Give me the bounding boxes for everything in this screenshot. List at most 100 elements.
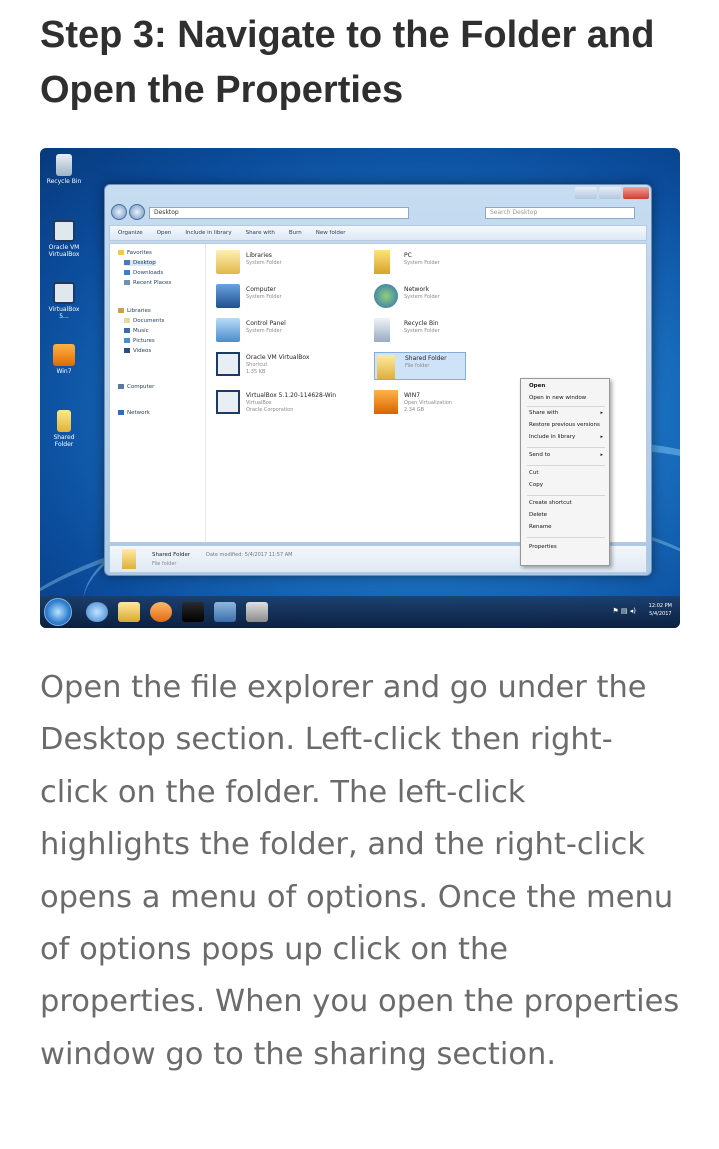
item-name: WIN7 — [404, 392, 421, 399]
share-with-button[interactable]: Share with — [246, 230, 275, 236]
desktop-icon-win7[interactable]: Win7 — [44, 344, 84, 375]
desktop-icon-recycle-bin[interactable]: Recycle Bin — [44, 154, 84, 185]
item-type: System Folder — [246, 294, 282, 300]
menu-item-restore-previous-versions[interactable]: Restore previous versions — [529, 422, 600, 428]
item-virtualbox-installer[interactable]: VirtualBox 5.1.20-114628-Win VirtualBox … — [216, 390, 366, 420]
libraries-icon — [216, 250, 240, 274]
desktop-icon-virtualbox-installer[interactable]: VirtualBox 5... — [44, 282, 84, 320]
organize-button[interactable]: Organize — [118, 230, 143, 236]
nav-label: Downloads — [133, 270, 164, 276]
start-button[interactable] — [44, 598, 72, 626]
clock-date: 5/4/2017 — [649, 611, 672, 617]
item-type: System Folder — [246, 328, 282, 334]
menu-item-delete[interactable]: Delete — [529, 512, 547, 518]
clock[interactable]: 12:02 PM 5/4/2017 — [649, 602, 672, 618]
nav-computer[interactable]: Computer — [118, 384, 154, 390]
menu-item-open[interactable]: Open — [529, 383, 545, 389]
item-type: System Folder — [404, 260, 440, 266]
chevron-right-icon: ▸ — [600, 452, 603, 458]
downloads-icon — [124, 270, 130, 275]
item-type: Shortcut — [246, 362, 268, 368]
details-type: File folder — [152, 561, 177, 567]
item-pc[interactable]: PC System Folder — [374, 250, 524, 276]
internet-explorer-icon[interactable] — [86, 602, 108, 622]
close-button[interactable] — [623, 187, 649, 199]
menu-separator — [527, 537, 605, 538]
menu-item-cut[interactable]: Cut — [529, 470, 538, 476]
documents-icon — [124, 318, 130, 323]
virtualbox-icon — [53, 282, 75, 304]
control-panel-icon — [216, 318, 240, 342]
nav-label: Computer — [127, 384, 155, 390]
desktop-icon-shared-folder[interactable]: Shared Folder — [44, 410, 84, 448]
nav-label: Documents — [133, 318, 165, 324]
menu-item-copy[interactable]: Copy — [529, 482, 543, 488]
desktop-icon-virtualbox[interactable]: Oracle VM VirtualBox — [44, 220, 84, 258]
forward-button[interactable] — [129, 204, 145, 220]
item-recycle-bin[interactable]: Recycle Bin System Folder — [374, 318, 524, 344]
minimize-button[interactable] — [575, 187, 597, 199]
include-in-library-button[interactable]: Include in library — [185, 230, 231, 236]
nav-network[interactable]: Network — [118, 410, 150, 416]
item-computer[interactable]: Computer System Folder — [216, 284, 366, 310]
media-player-icon[interactable] — [150, 602, 172, 622]
item-name: Oracle VM VirtualBox — [246, 354, 310, 361]
virtualbox-taskbar-icon[interactable] — [246, 602, 268, 622]
nav-label: Music — [133, 328, 149, 334]
item-win7[interactable]: WIN7 Open Virtualization 2.34 GB — [374, 390, 474, 420]
menu-item-send-to[interactable]: Send to — [529, 452, 550, 458]
item-name: Libraries — [246, 252, 272, 259]
search-input[interactable]: Search Desktop — [485, 207, 635, 219]
menu-item-properties[interactable]: Properties — [529, 544, 557, 550]
network-icon — [374, 284, 398, 308]
nav-libraries[interactable]: Libraries — [118, 308, 151, 314]
item-name: Recycle Bin — [404, 320, 439, 327]
nav-videos[interactable]: Videos — [124, 348, 151, 354]
explorer-taskbar-icon[interactable] — [118, 602, 140, 622]
navigation-pane: Favorites Desktop Downloads Recent Place… — [110, 244, 206, 542]
details-name: Shared Folder — [152, 552, 191, 558]
nav-downloads[interactable]: Downloads — [124, 270, 163, 276]
item-shared-folder[interactable]: Shared Folder File folder — [374, 352, 466, 380]
menu-item-include-in-library[interactable]: Include in library — [529, 434, 575, 440]
menu-separator — [527, 406, 605, 407]
open-button[interactable]: Open — [157, 230, 172, 236]
recent-places-icon — [124, 280, 130, 285]
nav-pictures[interactable]: Pictures — [124, 338, 155, 344]
star-icon — [118, 250, 124, 255]
chevron-right-icon: ▸ — [600, 434, 603, 440]
item-network[interactable]: Network System Folder — [374, 284, 524, 310]
item-control-panel[interactable]: Control Panel System Folder — [216, 318, 366, 344]
nav-desktop[interactable]: Desktop — [124, 260, 156, 266]
computer-icon — [216, 284, 240, 308]
music-icon — [124, 328, 130, 333]
back-button[interactable] — [111, 204, 127, 220]
nav-favorites[interactable]: Favorites — [118, 250, 152, 256]
menu-item-share-with[interactable]: Share with — [529, 410, 558, 416]
new-folder-button[interactable]: New folder — [316, 230, 346, 236]
user-folder-icon — [374, 250, 390, 274]
address-bar[interactable]: Desktop — [149, 207, 409, 219]
system-tray[interactable]: ⚑ ▤ ◂) — [612, 607, 636, 615]
maximize-button[interactable] — [599, 187, 621, 199]
item-oracle-vm-virtualbox[interactable]: Oracle VM VirtualBox Shortcut 1.35 KB — [216, 352, 366, 382]
nav-documents[interactable]: Documents — [124, 318, 164, 324]
network-taskbar-icon[interactable] — [214, 602, 236, 622]
item-publisher: Oracle Corporation — [246, 407, 294, 413]
item-libraries[interactable]: Libraries System Folder — [216, 250, 366, 276]
menu-separator — [527, 465, 605, 466]
menu-item-open-new-window[interactable]: Open in new window — [529, 395, 586, 401]
item-name: Computer — [246, 286, 276, 293]
computer-icon — [118, 384, 124, 389]
recycle-bin-icon — [374, 318, 390, 342]
menu-item-rename[interactable]: Rename — [529, 524, 552, 530]
command-prompt-icon[interactable] — [182, 602, 204, 622]
clock-time: 12:02 PM — [648, 603, 672, 609]
burn-button[interactable]: Burn — [289, 230, 302, 236]
nav-recent-places[interactable]: Recent Places — [124, 280, 171, 286]
windows-screenshot: Recycle Bin Oracle VM VirtualBox Virtual… — [40, 148, 680, 628]
nav-music[interactable]: Music — [124, 328, 149, 334]
item-name: Network — [404, 286, 430, 293]
menu-item-create-shortcut[interactable]: Create shortcut — [529, 500, 572, 506]
virtualbox-icon — [53, 220, 75, 242]
